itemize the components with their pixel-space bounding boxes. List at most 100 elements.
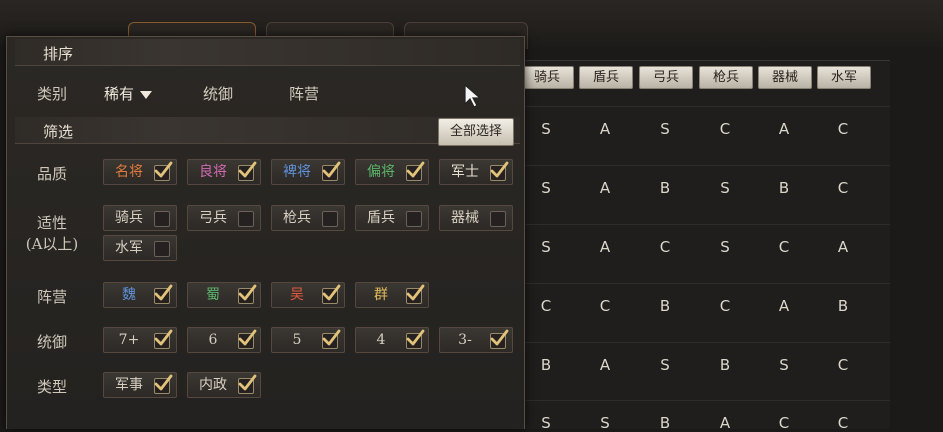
- aptitude-grade: C: [778, 414, 790, 432]
- select-all-button[interactable]: 全部选择: [438, 118, 514, 146]
- table-column-header[interactable]: 器械: [758, 66, 812, 89]
- filter-option-label: 骑兵: [115, 210, 143, 226]
- command-filter-option[interactable]: 7+: [103, 327, 177, 353]
- aptitude-grade: S: [779, 356, 789, 374]
- aptitude-grade: A: [599, 238, 611, 256]
- aptitude-grade: S: [600, 414, 610, 432]
- table-row-divider: [520, 106, 890, 107]
- caret-down-icon: [140, 91, 153, 99]
- checkbox-checked-icon[interactable]: [154, 161, 173, 181]
- table-column-header[interactable]: 枪兵: [699, 66, 753, 89]
- filter-option-label: 群: [374, 287, 388, 303]
- table-column-header[interactable]: 骑兵: [520, 66, 574, 89]
- checkbox-checked-icon[interactable]: [154, 284, 173, 304]
- aptitude-grade: B: [540, 356, 552, 374]
- checkbox-checked-icon[interactable]: [406, 284, 425, 304]
- filter-option-label: 7+: [118, 332, 140, 348]
- aptitude-grade: A: [778, 120, 790, 138]
- quality-filter-option[interactable]: 裨将: [271, 159, 345, 185]
- aptitude-grade: A: [719, 414, 731, 432]
- aptitude-filter-option[interactable]: 水军: [103, 235, 177, 261]
- table-column-header[interactable]: 弓兵: [639, 66, 693, 89]
- checkbox-empty-icon[interactable]: [490, 211, 506, 227]
- type-label: 类型: [36, 378, 67, 396]
- command-filter-option[interactable]: 5: [271, 327, 345, 353]
- sort-category-label: 类别: [36, 85, 67, 103]
- sort-section-bar: 排序: [15, 39, 520, 66]
- aptitude-grade: B: [659, 297, 671, 315]
- checkbox-checked-icon[interactable]: [154, 329, 173, 349]
- checkbox-checked-icon[interactable]: [406, 329, 425, 349]
- checkbox-checked-icon[interactable]: [238, 329, 257, 349]
- checkbox-empty-icon[interactable]: [154, 211, 170, 227]
- table-row-divider: [520, 224, 890, 225]
- filter-option-label: 枪兵: [283, 210, 311, 226]
- checkbox-checked-icon[interactable]: [238, 374, 257, 394]
- checkbox-empty-icon[interactable]: [154, 241, 170, 257]
- filter-option-label: 军士: [451, 164, 479, 180]
- aptitude-grade: C: [778, 238, 790, 256]
- checkbox-empty-icon[interactable]: [406, 211, 422, 227]
- aptitude-grade: C: [599, 297, 611, 315]
- aptitude-filter-option[interactable]: 弓兵: [187, 205, 261, 231]
- filter-option-label: 内政: [199, 377, 227, 393]
- table-row-divider: [520, 342, 890, 343]
- aptitude-grade: B: [778, 179, 790, 197]
- checkbox-checked-icon[interactable]: [238, 161, 257, 181]
- checkbox-checked-icon[interactable]: [154, 374, 173, 394]
- checkbox-checked-icon[interactable]: [322, 284, 341, 304]
- aptitude-grade: A: [599, 356, 611, 374]
- checkbox-empty-icon[interactable]: [238, 211, 254, 227]
- type-filter-option[interactable]: 内政: [187, 372, 261, 398]
- faction-filter-option[interactable]: 群: [355, 282, 429, 308]
- filter-option-label: 吴: [290, 287, 304, 303]
- command-filter-option[interactable]: 3-: [439, 327, 513, 353]
- sort-tab-faction[interactable]: 阵营: [289, 83, 319, 104]
- table-column-header[interactable]: 水军: [817, 66, 871, 89]
- table-column-header[interactable]: 盾兵: [579, 66, 633, 89]
- aptitude-filter-option[interactable]: 盾兵: [355, 205, 429, 231]
- checkbox-checked-icon[interactable]: [322, 161, 341, 181]
- checkbox-empty-icon[interactable]: [322, 211, 338, 227]
- aptitude-grade: S: [541, 238, 551, 256]
- filter-option-label: 4: [376, 332, 386, 348]
- checkbox-checked-icon[interactable]: [238, 284, 257, 304]
- faction-filter-option[interactable]: 蜀: [187, 282, 261, 308]
- command-filter-option[interactable]: 4: [355, 327, 429, 353]
- quality-filter-option[interactable]: 军士: [439, 159, 513, 185]
- aptitude-filter-option[interactable]: 骑兵: [103, 205, 177, 231]
- sort-tab-label: 稀有: [104, 85, 135, 103]
- aptitude-grade: A: [778, 297, 790, 315]
- filter-option-label: 裨将: [283, 164, 311, 180]
- filter-option-label: 偏将: [367, 164, 395, 180]
- sort-section-title: 排序: [43, 45, 74, 63]
- aptitude-grade: B: [837, 297, 849, 315]
- checkbox-checked-icon[interactable]: [322, 329, 341, 349]
- sort-tab-command[interactable]: 统御: [203, 83, 233, 104]
- aptitude-label-line2: (A以上): [25, 235, 79, 253]
- command-label: 统御: [36, 333, 67, 351]
- type-filter-option[interactable]: 军事: [103, 372, 177, 398]
- quality-filter-option[interactable]: 名将: [103, 159, 177, 185]
- checkbox-checked-icon[interactable]: [490, 161, 509, 181]
- filter-option-label: 5: [292, 332, 302, 348]
- checkbox-checked-icon[interactable]: [490, 329, 509, 349]
- aptitude-grade: B: [719, 356, 731, 374]
- faction-filter-option[interactable]: 魏: [103, 282, 177, 308]
- aptitude-grade: B: [659, 179, 671, 197]
- aptitude-filter-option[interactable]: 器械: [439, 205, 513, 231]
- sort-tab-rarity[interactable]: 稀有: [104, 83, 153, 104]
- faction-filter-option[interactable]: 吴: [271, 282, 345, 308]
- aptitude-grade: C: [719, 120, 731, 138]
- filter-option-label: 盾兵: [367, 210, 395, 226]
- quality-filter-option[interactable]: 偏将: [355, 159, 429, 185]
- aptitude-filter-option[interactable]: 枪兵: [271, 205, 345, 231]
- checkbox-checked-icon[interactable]: [406, 161, 425, 181]
- command-filter-option[interactable]: 6: [187, 327, 261, 353]
- filter-option-label: 名将: [115, 164, 143, 180]
- filter-section-title: 筛选: [43, 123, 74, 141]
- filter-option-label: 蜀: [206, 287, 220, 303]
- table-row-divider: [520, 165, 890, 166]
- filter-option-label: 魏: [122, 287, 136, 303]
- quality-filter-option[interactable]: 良将: [187, 159, 261, 185]
